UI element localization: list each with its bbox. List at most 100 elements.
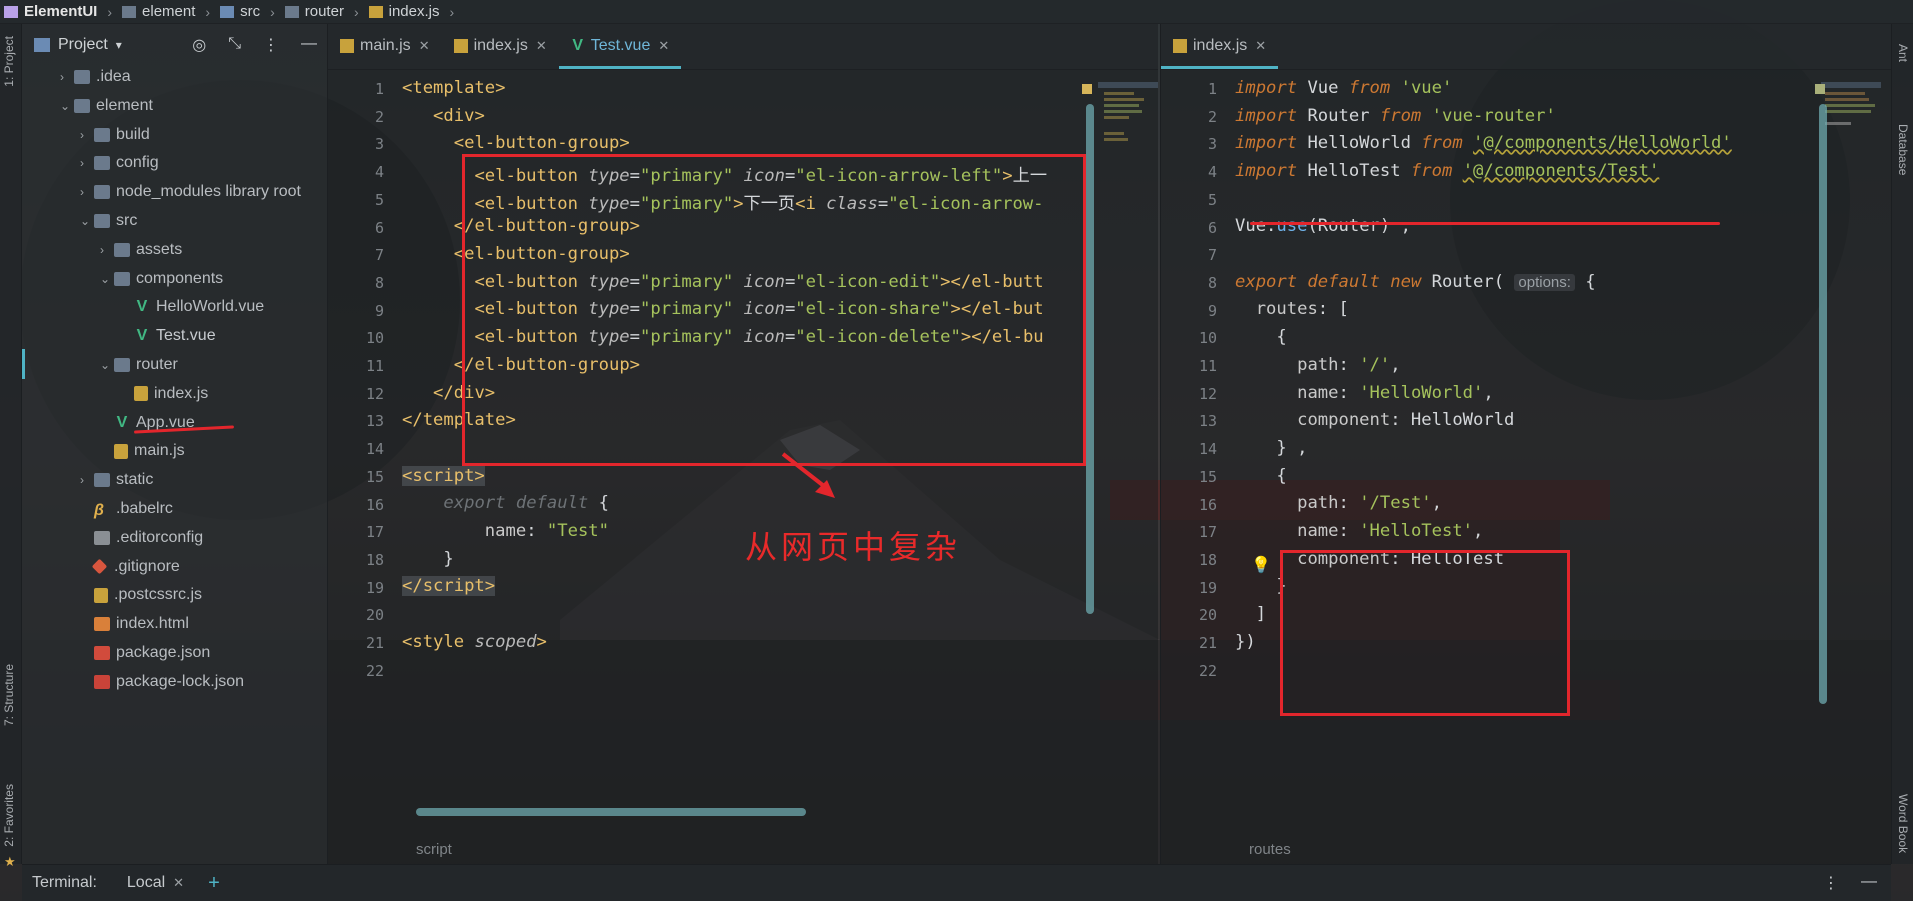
line-number: 13 xyxy=(1198,412,1217,431)
line-number: 4 xyxy=(1207,163,1217,182)
chevron-right-icon[interactable]: › xyxy=(80,156,94,170)
tree-item-label: index.html xyxy=(116,615,189,633)
vertical-scrollbar[interactable] xyxy=(1819,104,1827,704)
chevron-right-icon[interactable]: › xyxy=(80,128,94,142)
js-file-icon xyxy=(1173,39,1187,53)
lightbulb-icon[interactable]: 💡 xyxy=(1251,555,1271,575)
line-number: 15 xyxy=(365,467,384,486)
breadcrumb-project[interactable]: ElementUI xyxy=(0,3,101,20)
collapse-all-icon[interactable]: ⤡ xyxy=(228,35,241,55)
tree-item-label: router xyxy=(136,356,178,373)
favorites-tool-window-button[interactable]: 2: Favorites xyxy=(2,784,16,847)
breadcrumb-router[interactable]: router xyxy=(281,3,348,20)
code-line: }) xyxy=(1235,632,1256,652)
highlight-box-test-route xyxy=(1280,550,1570,716)
line-number: 14 xyxy=(365,440,384,459)
tree-item-label: config xyxy=(116,154,159,172)
chevron-down-icon[interactable]: ⌄ xyxy=(100,358,114,372)
database-tool-window-button[interactable]: Database xyxy=(1896,124,1910,175)
tab-main-js[interactable]: main.js ✕ xyxy=(328,23,442,69)
chevron-right-icon[interactable]: › xyxy=(60,70,74,84)
vue-file-icon: V xyxy=(116,413,128,431)
add-terminal-icon[interactable]: + xyxy=(208,872,220,895)
breadcrumb-element[interactable]: element xyxy=(118,3,199,20)
chevron-right-icon: › xyxy=(270,3,275,20)
line-number: 9 xyxy=(374,301,384,320)
chevron-right-icon[interactable]: › xyxy=(80,473,94,487)
chevron-right-icon: › xyxy=(353,3,359,20)
vue-file-icon: V xyxy=(136,298,148,316)
code-area[interactable]: import Vue from 'vue' import Router from… xyxy=(1235,70,1825,834)
locate-icon[interactable]: ◎ xyxy=(192,35,206,55)
word-book-tool-window-button[interactable]: Word Book xyxy=(1896,794,1910,853)
more-options-icon[interactable]: ⋮ xyxy=(1823,873,1839,893)
chevron-right-icon: › xyxy=(205,3,211,20)
vertical-scrollbar[interactable] xyxy=(1086,104,1094,614)
status-scope[interactable]: script xyxy=(416,841,452,858)
structure-tool-window-button[interactable]: 7: Structure xyxy=(2,664,16,726)
folder-icon xyxy=(74,70,90,84)
folder-icon xyxy=(114,271,130,286)
tree-item-label: assets xyxy=(136,240,183,258)
tree-item-label: .babelrc xyxy=(116,500,173,517)
left-editor-tabs: main.js ✕ index.js ✕ V Test.vue ✕ xyxy=(328,24,1158,70)
source-folder-icon xyxy=(220,5,235,18)
more-options-icon[interactable]: ⋮ xyxy=(263,35,279,55)
project-panel-title[interactable]: Project xyxy=(58,36,108,54)
terminal-label[interactable]: Terminal: xyxy=(32,874,97,892)
tab-index-js[interactable]: index.js ✕ xyxy=(1161,23,1279,69)
line-number: 14 xyxy=(1198,440,1217,459)
tree-item-label: .gitignore xyxy=(114,557,180,575)
code-line: { xyxy=(1235,466,1287,486)
close-icon[interactable]: ✕ xyxy=(419,38,430,54)
folder-icon xyxy=(94,473,110,488)
chevron-right-icon[interactable]: › xyxy=(80,185,94,199)
folder-icon xyxy=(284,5,299,18)
breadcrumb-src[interactable]: src xyxy=(216,3,264,20)
line-number: 19 xyxy=(1198,578,1217,597)
code-line: { xyxy=(1235,327,1287,347)
tab-index-js[interactable]: index.js ✕ xyxy=(442,23,559,69)
line-number: 3 xyxy=(1207,135,1217,154)
chevron-right-icon: › xyxy=(107,3,113,20)
horizontal-scrollbar[interactable] xyxy=(416,808,806,816)
close-icon[interactable]: ✕ xyxy=(173,875,184,891)
minimap[interactable] xyxy=(1098,82,1158,172)
chevron-down-icon[interactable]: ⌄ xyxy=(80,214,94,228)
code-line: path: '/Test', xyxy=(1297,493,1442,513)
js-file-icon xyxy=(114,443,128,459)
ant-tool-window-button[interactable]: Ant xyxy=(1896,44,1910,62)
vue-file-icon: V xyxy=(572,37,584,54)
terminal-tab-local[interactable]: Local ✕ xyxy=(127,874,184,892)
chevron-right-icon: › xyxy=(449,3,455,20)
hide-panel-icon[interactable]: — xyxy=(1861,873,1877,893)
lock-file-icon xyxy=(94,674,110,689)
chevron-down-icon[interactable]: ⌄ xyxy=(60,99,74,113)
warning-marker-icon[interactable] xyxy=(1082,84,1092,94)
code-line: component: HelloWorld xyxy=(1297,410,1515,430)
code-line: import Router from 'vue-router' xyxy=(1235,106,1556,126)
code-line: <script> xyxy=(402,466,485,486)
chevron-down-icon[interactable]: ⌄ xyxy=(100,272,114,286)
tree-item-label: components xyxy=(136,269,224,287)
status-ok-marker-icon[interactable] xyxy=(1815,84,1825,94)
line-number: 22 xyxy=(1198,661,1217,680)
hide-panel-icon[interactable]: — xyxy=(301,35,317,55)
close-icon[interactable]: ✕ xyxy=(536,38,547,54)
code-line: } , xyxy=(1235,438,1308,458)
tab-label: index.js xyxy=(473,37,528,54)
status-scope[interactable]: routes xyxy=(1249,841,1291,858)
terminal-bar: Terminal: Local ✕ + ⋮ — xyxy=(22,864,1891,901)
tree-item-label: package.json xyxy=(116,644,211,661)
minimap[interactable] xyxy=(1821,82,1881,172)
tree-item[interactable]: package-lock.json xyxy=(80,665,244,699)
line-number: 3 xyxy=(374,135,384,154)
right-editor-pane: index.js ✕ 1 2 3 4 5 6 7 8 9 10 11 12 13 14 15 16 17 18 19… xyxy=(1160,24,1891,864)
chevron-down-icon[interactable]: ▾ xyxy=(116,38,122,52)
breadcrumb-index-js[interactable]: index.js xyxy=(365,3,444,20)
chevron-right-icon[interactable]: › xyxy=(100,243,114,257)
close-icon[interactable]: ✕ xyxy=(1255,38,1266,54)
close-icon[interactable]: ✕ xyxy=(658,38,669,54)
tab-test-vue[interactable]: V Test.vue ✕ xyxy=(558,23,682,69)
project-tool-window-button[interactable]: 1: Project xyxy=(2,36,16,87)
